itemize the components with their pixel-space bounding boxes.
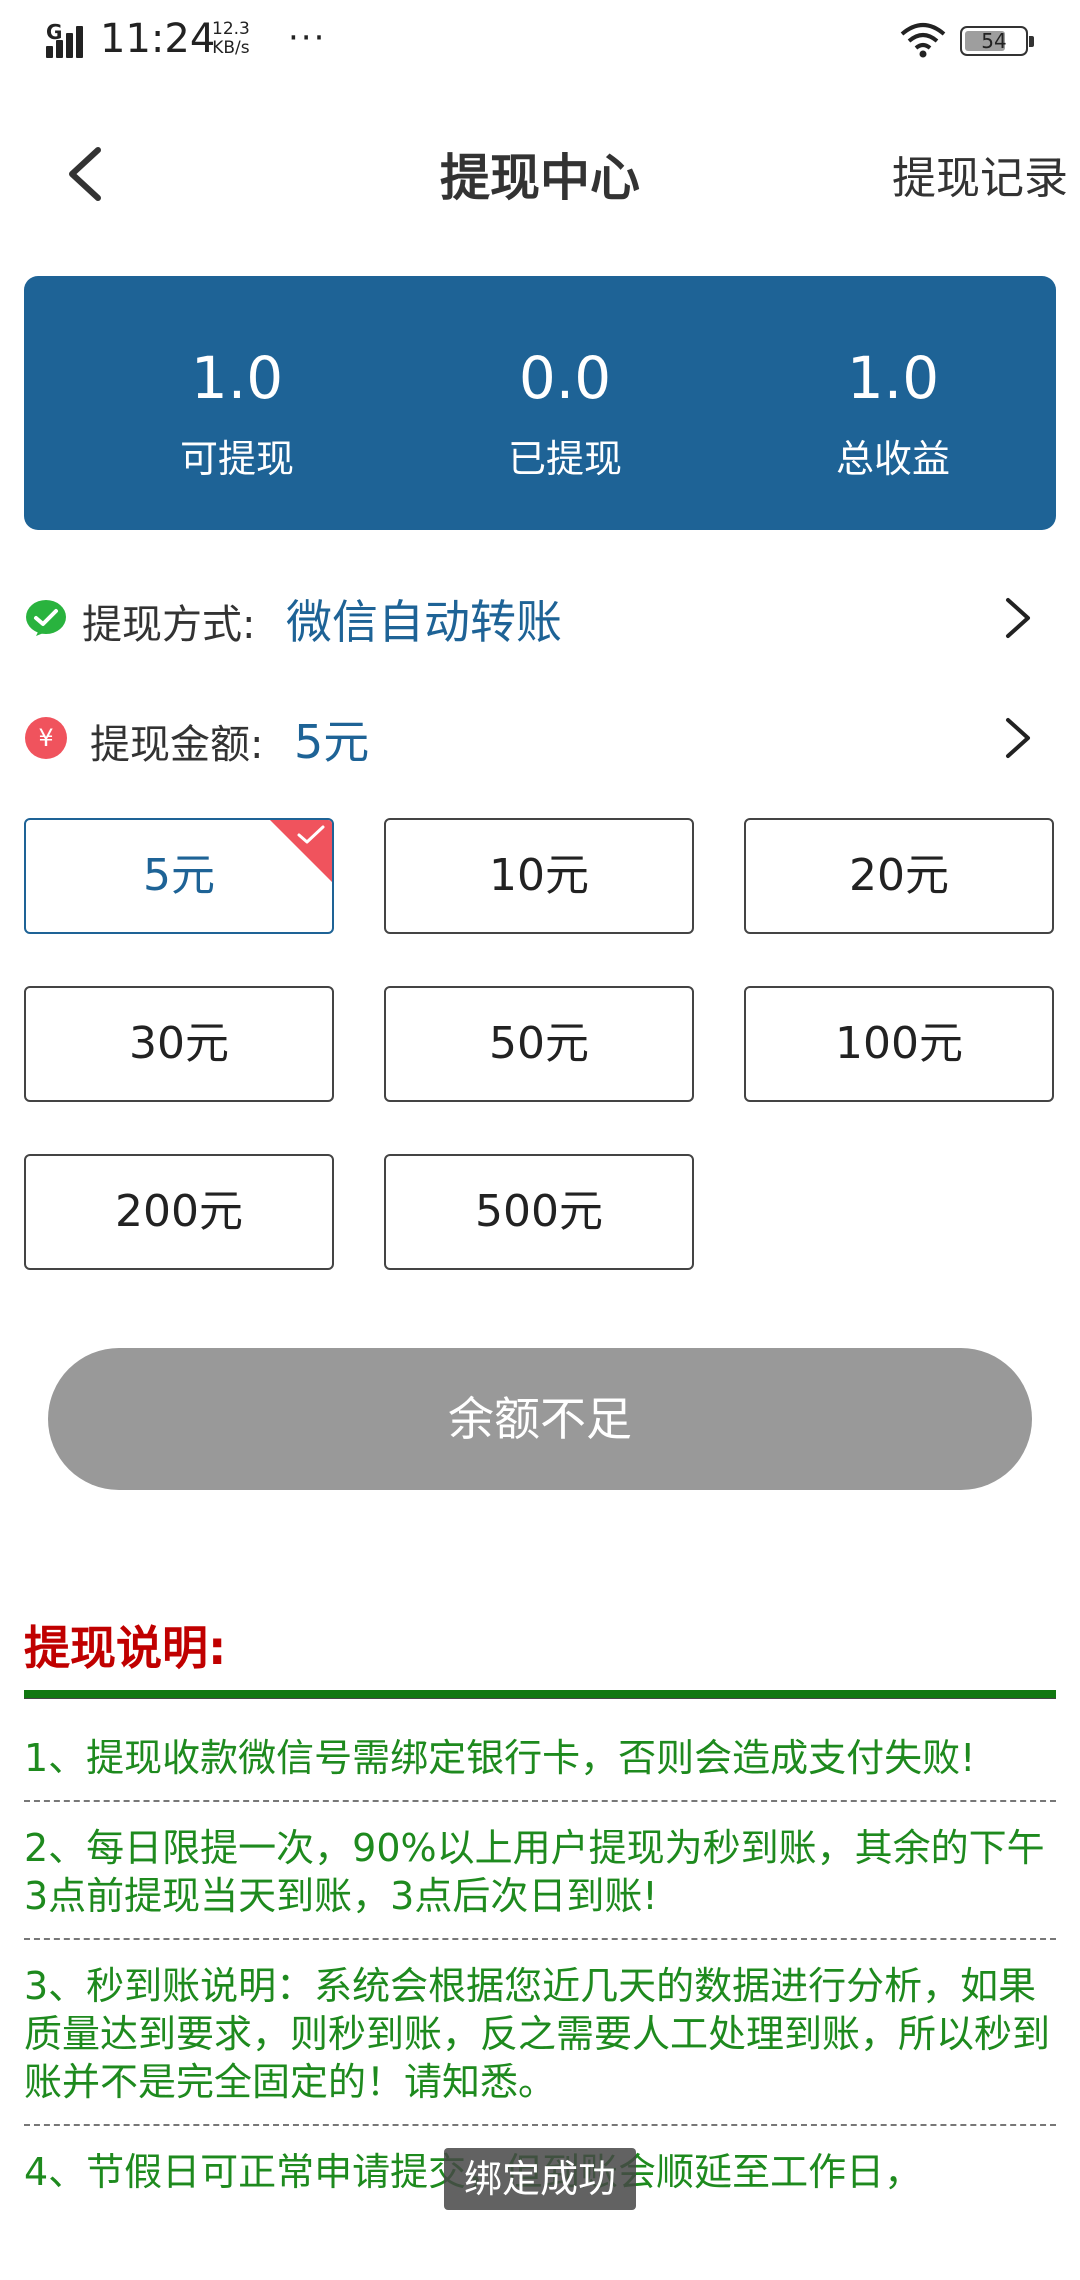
instructions-list: 1、提现收款微信号需绑定银行卡，否则会造成支付失败! 2、每日限提一次，90%以…: [24, 1712, 1056, 2214]
network-speed: 12.3 KB/s: [212, 20, 250, 58]
withdraw-amount-value: 5元: [294, 715, 370, 769]
amount-option-5[interactable]: 5元: [24, 818, 334, 934]
withdraw-submit-button[interactable]: 余额不足: [48, 1348, 1032, 1490]
amount-option-20[interactable]: 20元: [744, 818, 1054, 934]
amount-option-50[interactable]: 50元: [384, 986, 694, 1102]
speed-value: 12.3: [212, 19, 250, 39]
amount-option-label: 100元: [835, 1018, 963, 1069]
withdrawn-value: 0.0: [518, 344, 612, 412]
amount-option-label: 50元: [489, 1018, 589, 1069]
more-notifications-icon: ···: [288, 18, 327, 58]
chevron-right-icon: [1006, 598, 1030, 638]
instruction-item: 2、每日限提一次，90%以上用户提现为秒到账，其余的下午3点前提现当天到账，3点…: [24, 1802, 1056, 1940]
instruction-item: 1、提现收款微信号需绑定银行卡，否则会造成支付失败!: [24, 1712, 1056, 1802]
withdraw-method-row[interactable]: 提现方式: 微信自动转账: [24, 566, 1056, 666]
nav-bar: 提现中心 提现记录: [0, 110, 1080, 230]
instructions-title: 提现说明:: [24, 1621, 227, 1675]
amount-option-500[interactable]: 500元: [384, 1154, 694, 1270]
total-income-value: 1.0: [846, 344, 940, 412]
wifi-icon: [900, 23, 946, 58]
withdraw-method-value: 微信自动转账: [286, 595, 562, 649]
toast-message: 绑定成功: [444, 2148, 636, 2210]
withdrawn-label: 已提现: [507, 437, 622, 481]
check-icon: [297, 825, 325, 844]
withdraw-amount-row[interactable]: ¥ 提现金额: 5元: [24, 686, 1056, 786]
amount-option-label: 5元: [143, 850, 215, 901]
amount-option-label: 30元: [129, 1018, 229, 1069]
amount-option-10[interactable]: 10元: [384, 818, 694, 934]
total-income-label: 总收益: [835, 437, 950, 481]
speed-unit: KB/s: [212, 38, 250, 58]
signal-icon: G: [46, 20, 90, 58]
amount-option-label: 500元: [475, 1186, 603, 1237]
wechat-icon: [26, 600, 66, 636]
instruction-item: 3、秒到账说明：系统会根据您近几天的数据进行分析，如果质量达到要求，则秒到账，反…: [24, 1940, 1056, 2126]
amount-option-100[interactable]: 100元: [744, 986, 1054, 1102]
withdraw-record-link[interactable]: 提现记录: [892, 142, 1068, 206]
yen-icon: ¥: [25, 717, 67, 759]
withdrawable-label: 可提现: [179, 437, 294, 481]
chevron-right-icon: [1006, 718, 1030, 758]
amount-option-30[interactable]: 30元: [24, 986, 334, 1102]
status-bar: G 11:24 12.3 KB/s ··· 54: [0, 0, 1080, 90]
amount-option-200[interactable]: 200元: [24, 1154, 334, 1270]
instructions-divider: [24, 1690, 1056, 1699]
amount-option-label: 200元: [115, 1186, 243, 1237]
clock: 11:24: [100, 16, 216, 62]
amount-option-label: 20元: [849, 850, 949, 901]
withdraw-amount-label: 提现金额:: [90, 722, 264, 768]
svg-text:¥: ¥: [38, 724, 53, 752]
withdraw-method-label: 提现方式:: [82, 602, 256, 648]
amount-option-label: 10元: [489, 850, 589, 901]
battery-level: 54: [981, 29, 1007, 53]
battery-icon: 54: [960, 26, 1034, 56]
balance-summary-card: 1.0 可提现 0.0 已提现 1.0 总收益: [24, 276, 1056, 530]
withdrawable-value: 1.0: [190, 344, 284, 412]
